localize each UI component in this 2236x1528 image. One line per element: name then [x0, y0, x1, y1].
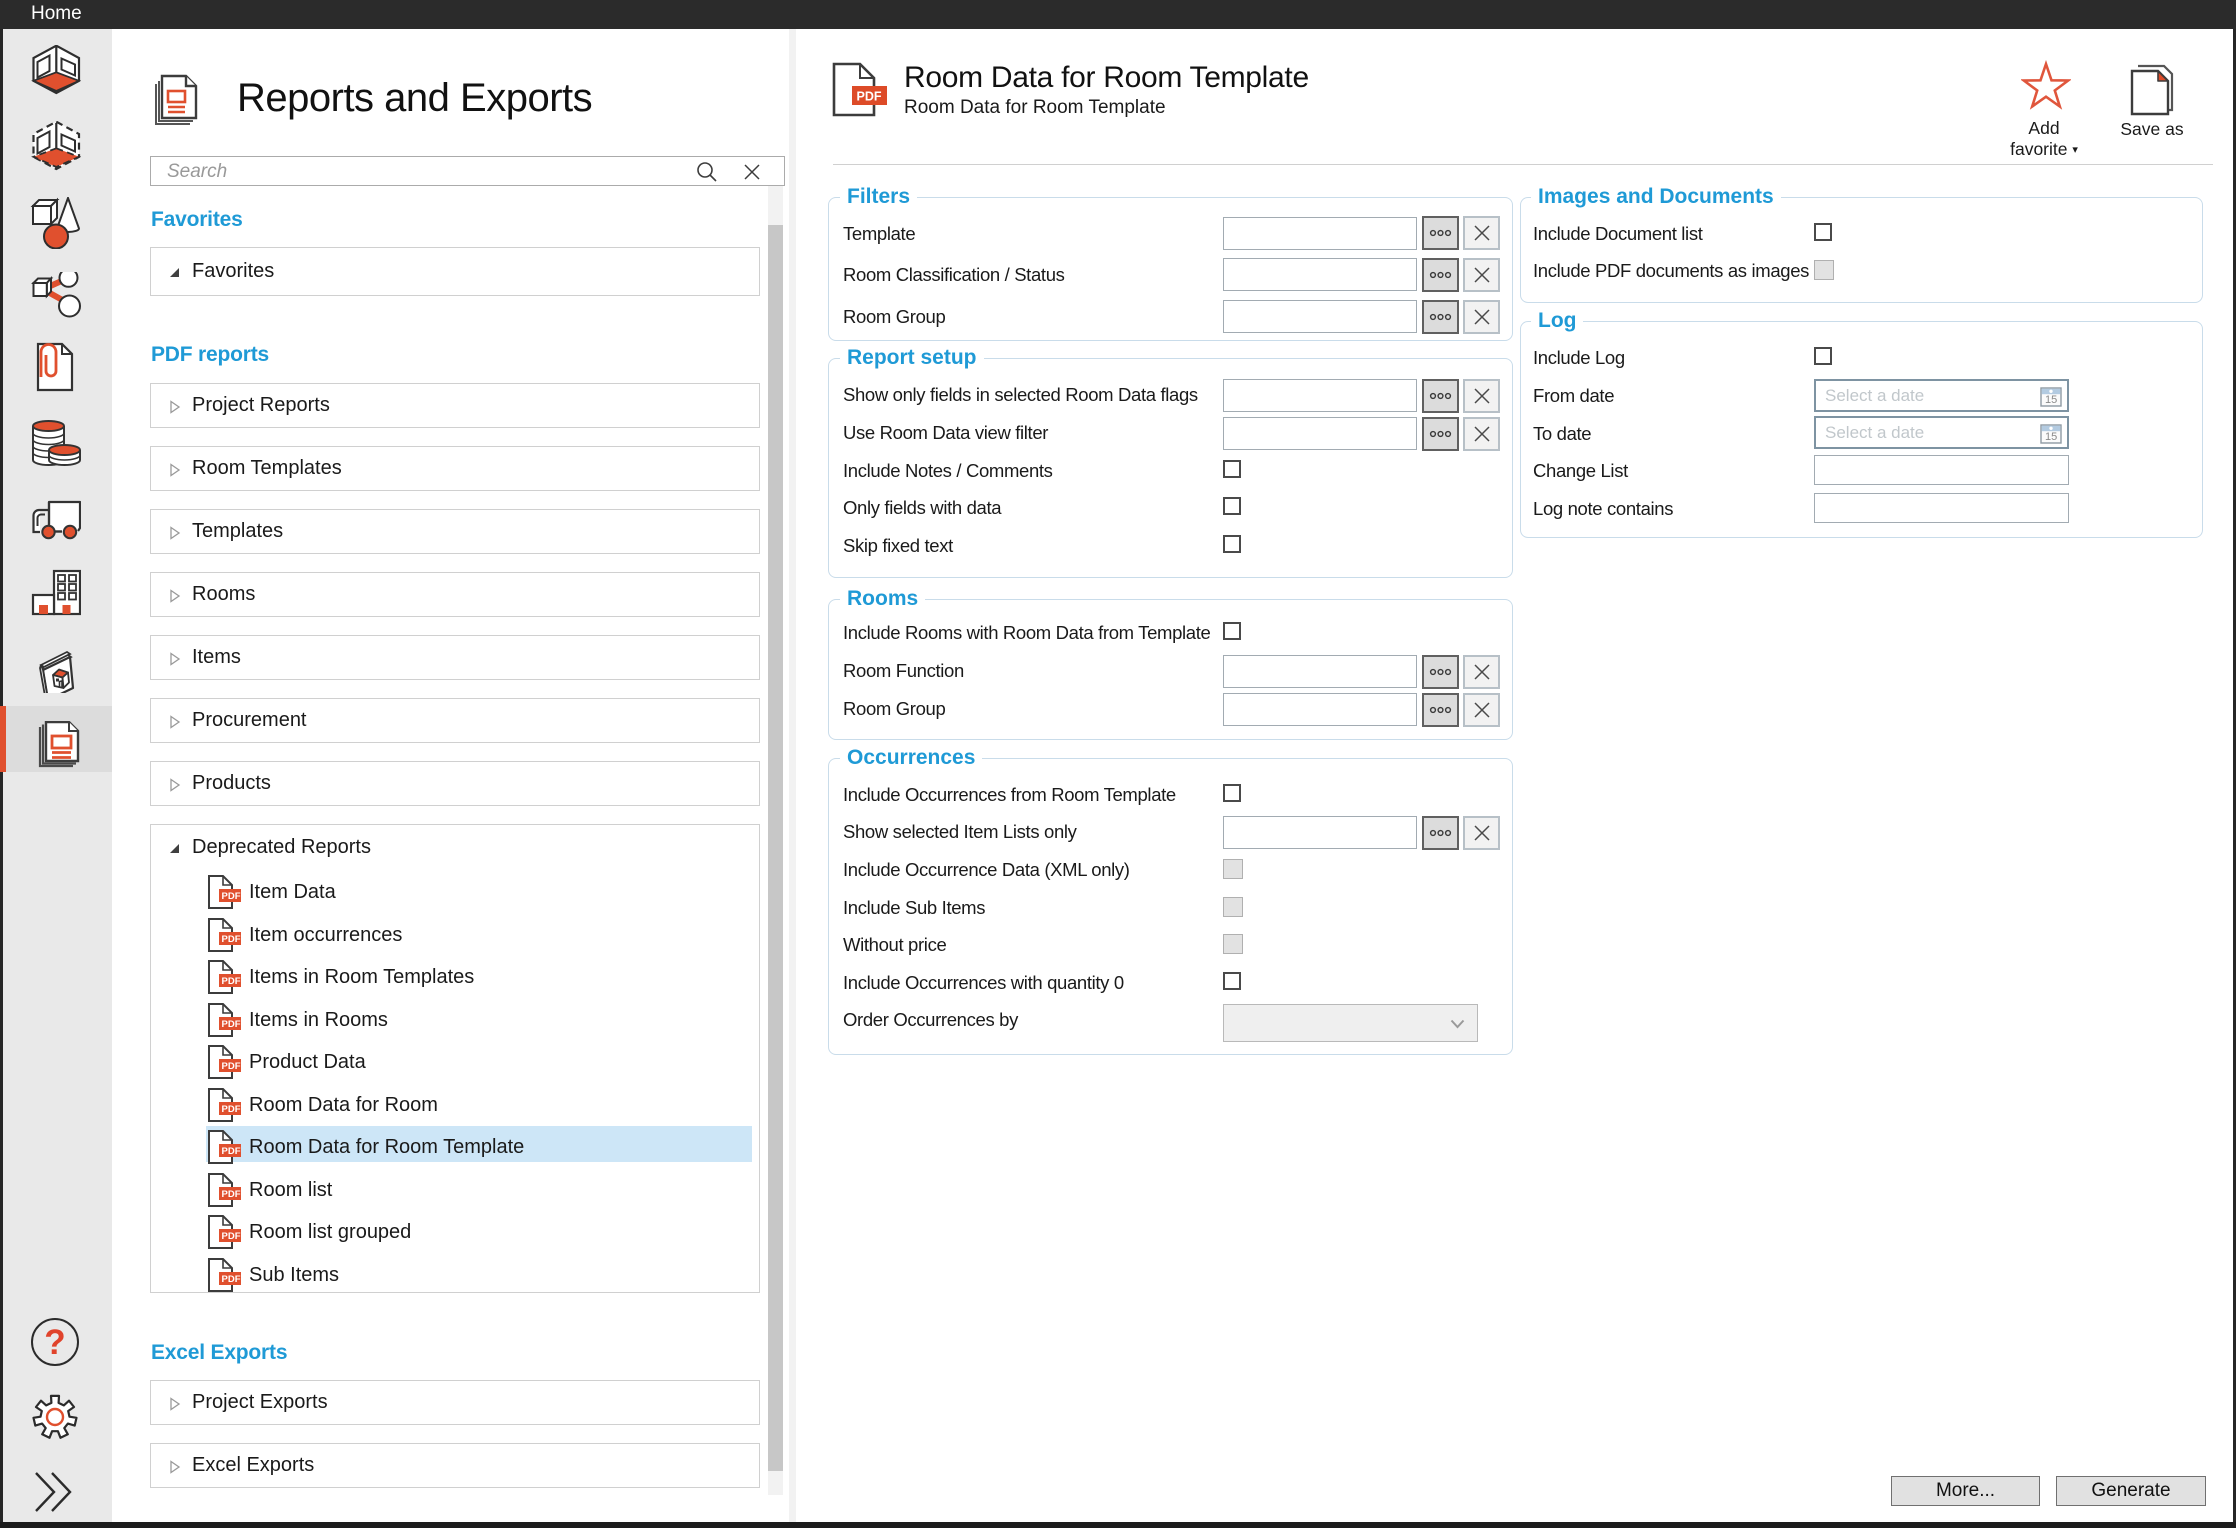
svg-text:PDF: PDF: [222, 934, 241, 945]
svg-text:15: 15: [2045, 431, 2057, 443]
svg-text:PDF: PDF: [222, 1019, 241, 1030]
svg-text:PDF: PDF: [222, 1189, 241, 1200]
svg-text:PDF: PDF: [222, 1146, 241, 1157]
svg-text:PDF: PDF: [222, 976, 241, 987]
svg-text:PDF: PDF: [222, 1274, 241, 1285]
svg-text:PDF: PDF: [222, 1104, 241, 1115]
svg-text:PDF: PDF: [222, 891, 241, 902]
svg-text:PDF: PDF: [222, 1061, 241, 1072]
svg-text:15: 15: [2045, 394, 2057, 406]
svg-text:?: ?: [44, 1323, 65, 1362]
svg-text:PDF: PDF: [222, 1231, 241, 1242]
svg-text:PDF: PDF: [857, 90, 882, 104]
